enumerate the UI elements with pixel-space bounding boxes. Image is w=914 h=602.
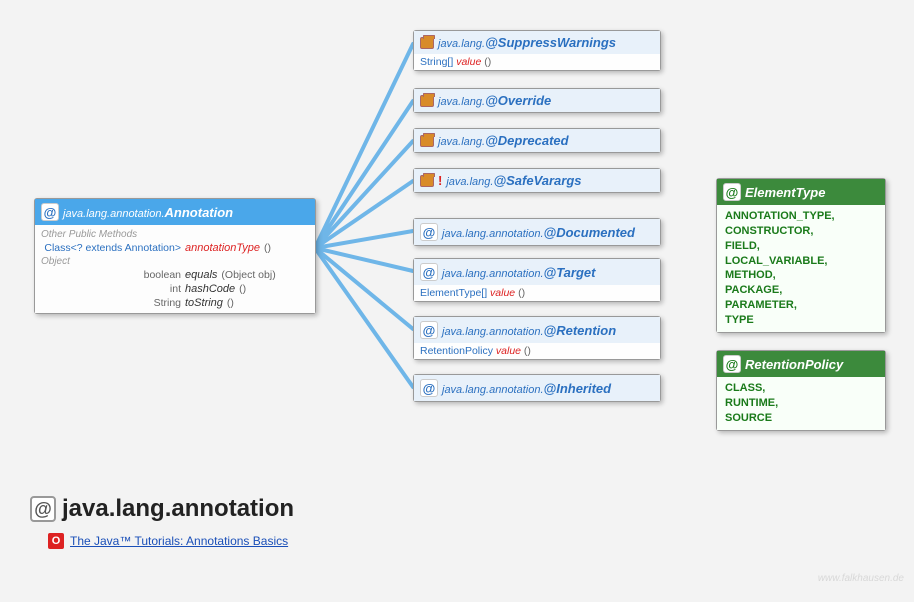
root-package: java.lang.annotation. [63,208,165,220]
package-icon [420,37,434,49]
section-other-methods: Other Public Methods [41,228,309,241]
at-icon: @ [41,203,59,221]
child-package: java.lang.annotation. [442,384,544,396]
annotation-root-box: @ java.lang.annotation.Annotation Other … [34,198,316,314]
method-name: value [496,345,521,357]
elementtype-header: @ ElementType [717,179,885,205]
enum-value: CONSTRUCTOR, [725,224,877,239]
child-classname: @Inherited [544,381,612,396]
retentionpolicy-name: RetentionPolicy [745,357,843,372]
annotation-child-box: @ java.lang.annotation.@Target ElementType… [413,258,661,302]
return-type: ElementType[] [420,287,487,299]
package-icon [420,135,434,147]
annotation-root-header: @ java.lang.annotation.Annotation [35,199,315,225]
at-icon: @ [723,355,741,373]
method-toString: String toString () [41,296,309,310]
annotation-child-header: @ java.lang.annotation.@Retention [414,317,660,343]
package-icon [420,95,434,107]
enum-value: METHOD, [725,268,877,283]
child-classname: @SafeVarargs [493,173,581,188]
method-params: () [484,56,491,68]
retentionpolicy-values: CLASS,RUNTIME,SOURCE [717,377,885,430]
at-icon: @ [723,183,741,201]
at-icon: @ [30,496,56,522]
annotation-child-header: java.lang.@SuppressWarnings [414,31,660,54]
retentionpolicy-box: @ RetentionPolicy CLASS,RUNTIME,SOURCE [716,350,886,431]
child-package: java.lang. [446,176,493,188]
page-title: @ java.lang.annotation [30,495,294,523]
return-type: RetentionPolicy [420,345,493,357]
child-classname: @Deprecated [485,133,568,148]
at-icon: @ [420,379,438,397]
child-package: java.lang.annotation. [442,228,544,240]
child-classname: @Target [544,265,596,280]
enum-value: PARAMETER, [725,298,877,313]
at-icon: @ [420,321,438,339]
section-object: Object [41,255,309,268]
page-title-area: @ java.lang.annotation O The Java™ Tutor… [30,495,294,549]
package-icon [420,175,434,187]
enum-value: ANNOTATION_TYPE, [725,209,877,224]
oracle-icon: O [48,533,64,549]
annotation-child-header: java.lang.@Override [414,89,660,112]
child-package: java.lang. [438,38,485,50]
child-classname: @SuppressWarnings [485,35,616,50]
enum-value: SOURCE [725,411,877,426]
return-type: String[] [420,56,453,68]
method-params: () [524,345,531,357]
enum-value: PACKAGE, [725,283,877,298]
annotation-child-header: java.lang.@Deprecated [414,129,660,152]
annotation-child-box: @ java.lang.annotation.@Inherited [413,374,661,402]
annotation-child-header: @ java.lang.annotation.@Inherited [414,375,660,401]
annotation-child-box: java.lang.@Deprecated [413,128,661,153]
annotation-child-box: java.lang.@Override [413,88,661,113]
method-name: value [490,287,515,299]
tutorial-link[interactable]: The Java™ Tutorials: Annotations Basics [70,534,288,548]
child-package: java.lang. [438,136,485,148]
child-package: java.lang.annotation. [442,268,544,280]
at-icon: @ [420,223,438,241]
root-classname: Annotation [165,205,234,220]
child-package: java.lang.annotation. [442,326,544,338]
child-package: java.lang. [438,96,485,108]
annotation-child-header: @ java.lang.annotation.@Documented [414,219,660,245]
annotation-child-body: String[] value () [414,54,660,70]
elementtype-values: ANNOTATION_TYPE,CONSTRUCTOR,FIELD,LOCAL_… [717,205,885,332]
annotation-child-box: @ java.lang.annotation.@Retention Retentio… [413,316,661,360]
tutorial-link-row: O The Java™ Tutorials: Annotations Basic… [48,533,294,549]
watermark: www.falkhausen.de [818,573,904,584]
enum-value: FIELD, [725,239,877,254]
at-icon: @ [420,263,438,281]
enum-value: TYPE [725,313,877,328]
annotation-child-header: ! java.lang.@SafeVarargs [414,169,660,192]
elementtype-box: @ ElementType ANNOTATION_TYPE,CONSTRUCTO… [716,178,886,333]
annotation-child-box: ! java.lang.@SafeVarargs [413,168,661,193]
annotation-child-box: java.lang.@SuppressWarningsString[] valu… [413,30,661,71]
child-classname: @Retention [544,323,617,338]
enum-value: RUNTIME, [725,396,877,411]
enum-value: CLASS, [725,381,877,396]
elementtype-name: ElementType [745,185,825,200]
annotation-child-body: RetentionPolicy value () [414,343,660,359]
retentionpolicy-header: @ RetentionPolicy [717,351,885,377]
enum-value: LOCAL_VARIABLE, [725,254,877,269]
method-name: value [456,56,481,68]
annotation-child-box: @ java.lang.annotation.@Documented [413,218,661,246]
method-hashCode: int hashCode () [41,282,309,296]
method-equals: boolean equals (Object obj) [41,268,309,282]
method-annotationType: Class<? extends Annotation> annotationTy… [41,241,309,255]
annotation-child-body: ElementType[] value () [414,285,660,301]
child-classname: @Documented [544,225,635,240]
method-params: () [518,287,525,299]
child-classname: @Override [485,93,551,108]
annotation-root-body: Other Public Methods Class<? extends Ann… [35,225,315,313]
final-marker-icon: ! [438,173,442,188]
annotation-child-header: @ java.lang.annotation.@Target [414,259,660,285]
